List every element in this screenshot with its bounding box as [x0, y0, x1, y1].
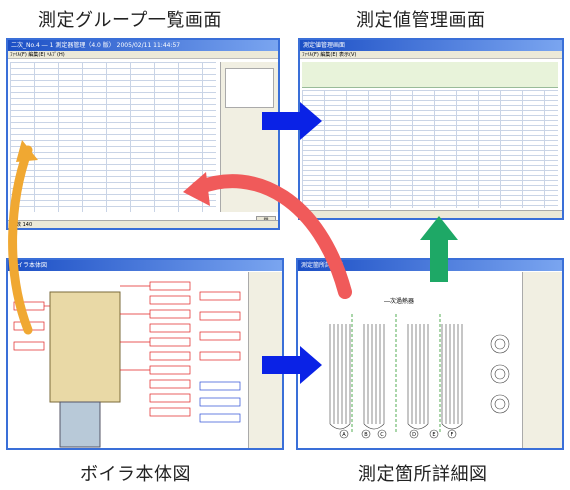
detail-drawing[interactable]: A B C D E F	[300, 284, 520, 444]
caption-group-list: 測定グループ一覧画面	[38, 10, 222, 31]
point-label[interactable]: A	[342, 432, 346, 438]
menu-bar[interactable]: ﾌｧｲﾙ(F) 編集(E) ﾍﾙﾌﾟ(H)	[8, 51, 278, 59]
menu-bar[interactable]: ﾌｧｲﾙ(F) 編集(E) 表示(V)	[300, 51, 562, 59]
window-titlebar: 測定値管理画面	[300, 40, 562, 51]
point-label[interactable]: C	[380, 432, 384, 438]
caption-value-mgmt: 測定値管理画面	[356, 10, 486, 31]
value-table[interactable]	[302, 90, 558, 208]
window-titlebar: 二次_No.4 ― 1 測定器管理（4.0 版） 2005/02/11 11:4…	[8, 40, 278, 51]
window-titlebar: 測定箇所詳細図	[298, 260, 562, 271]
point-label[interactable]: F	[451, 432, 454, 438]
group-list-window: 二次_No.4 ― 1 測定器管理（4.0 版） 2005/02/11 11:4…	[6, 38, 280, 230]
group-table[interactable]	[10, 62, 216, 212]
side-panel[interactable]	[522, 272, 562, 448]
caption-detail: 測定箇所詳細図	[358, 464, 488, 485]
side-panel[interactable]	[248, 272, 282, 448]
status-bar: 件数 140	[8, 220, 278, 228]
point-label[interactable]: B	[364, 432, 368, 438]
detail-window: 測定箇所詳細図 ―次過熱器 A B C D E F	[296, 258, 564, 450]
tree-panel[interactable]	[220, 62, 278, 212]
point-label[interactable]: E	[432, 432, 435, 438]
status-bar	[300, 210, 562, 218]
boiler-window: ボイラ本体図	[6, 258, 284, 450]
boiler-drawing[interactable]	[10, 272, 246, 450]
window-titlebar: ボイラ本体図	[8, 260, 282, 271]
caption-boiler: ボイラ本体図	[80, 464, 191, 485]
point-label[interactable]: D	[412, 432, 416, 438]
value-mgmt-window: 測定値管理画面 ﾌｧｲﾙ(F) 編集(E) 表示(V)	[298, 38, 564, 220]
